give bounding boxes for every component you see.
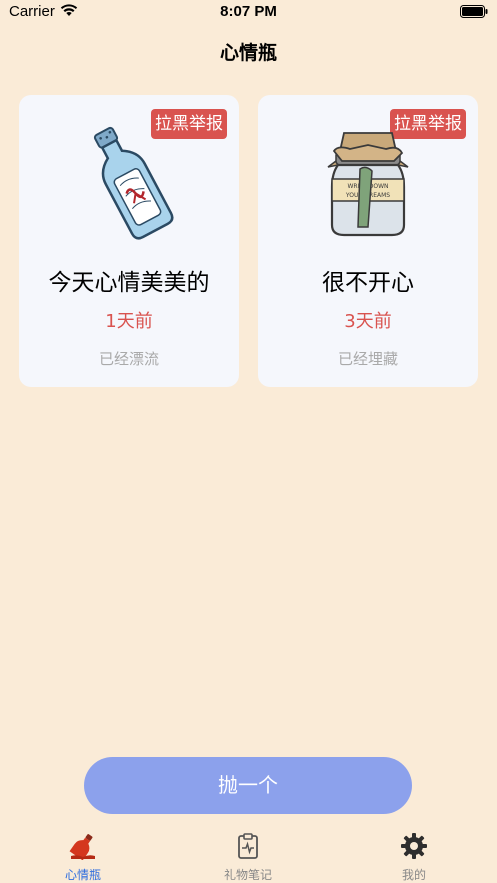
tab-label: 我的 xyxy=(401,868,426,882)
tab-gift-notes[interactable]: 礼物笔记 xyxy=(188,826,308,883)
tab-bar: 心情瓶 礼物笔记 我的 xyxy=(0,826,497,883)
message-bottle-icon xyxy=(93,126,174,240)
status-time: 8:07 PM xyxy=(220,3,277,20)
card-status: 已经漂流 xyxy=(98,350,159,368)
card-status: 已经埋藏 xyxy=(337,350,398,368)
battery-icon xyxy=(460,5,488,18)
clipboard-icon xyxy=(238,833,258,859)
mood-card[interactable]: 拉黑举报 今天心情美美的 1天前 已经漂流 xyxy=(19,95,239,387)
card-title: 很不开心 xyxy=(322,270,414,296)
tab-label: 礼物笔记 xyxy=(223,868,272,882)
mood-card[interactable]: 拉黑举报 WRITE DOWN YOUR DREAMS 很不开心 3天前 已经埋… xyxy=(258,95,478,387)
tab-mine[interactable]: 我的 xyxy=(354,826,474,883)
card-time: 1天前 xyxy=(105,311,153,332)
status-bar: Carrier 8:07 PM xyxy=(0,0,497,26)
throw-bottle-button[interactable]: 抛一个 xyxy=(84,757,412,814)
gear-icon xyxy=(401,833,427,859)
card-title: 今天心情美美的 xyxy=(48,270,210,296)
tab-label: 心情瓶 xyxy=(64,868,101,882)
dream-jar-icon: WRITE DOWN YOUR DREAMS xyxy=(327,132,409,237)
card-time: 3天前 xyxy=(344,311,392,332)
page-title: 心情瓶 xyxy=(219,42,277,64)
bottle-icon xyxy=(69,834,95,860)
tab-mood-bottle[interactable]: 心情瓶 xyxy=(23,826,143,883)
